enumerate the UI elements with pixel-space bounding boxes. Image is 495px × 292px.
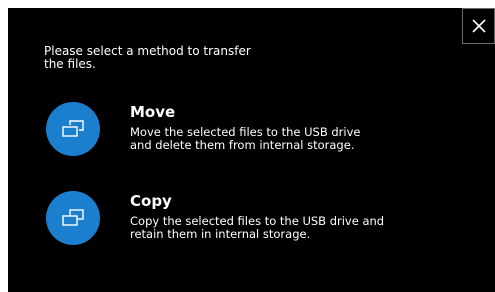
- copy-description: Copy the selected files to the USB drive…: [130, 214, 385, 241]
- copy-icon: [46, 191, 100, 245]
- transfer-method-dialog: Please select a method to transfer the f…: [8, 8, 495, 292]
- close-icon: [471, 19, 486, 33]
- transfer-prompt: Please select a method to transfer the f…: [44, 44, 251, 71]
- copy-option[interactable]: Copy Copy the selected files to the USB …: [46, 190, 446, 248]
- move-description: Move the selected files to the USB drive…: [130, 125, 361, 152]
- close-button[interactable]: [462, 8, 495, 44]
- move-icon: [46, 102, 100, 156]
- move-option[interactable]: Move Move the selected files to the USB …: [46, 101, 446, 159]
- copy-title: Copy: [130, 192, 172, 210]
- move-title: Move: [130, 103, 176, 121]
